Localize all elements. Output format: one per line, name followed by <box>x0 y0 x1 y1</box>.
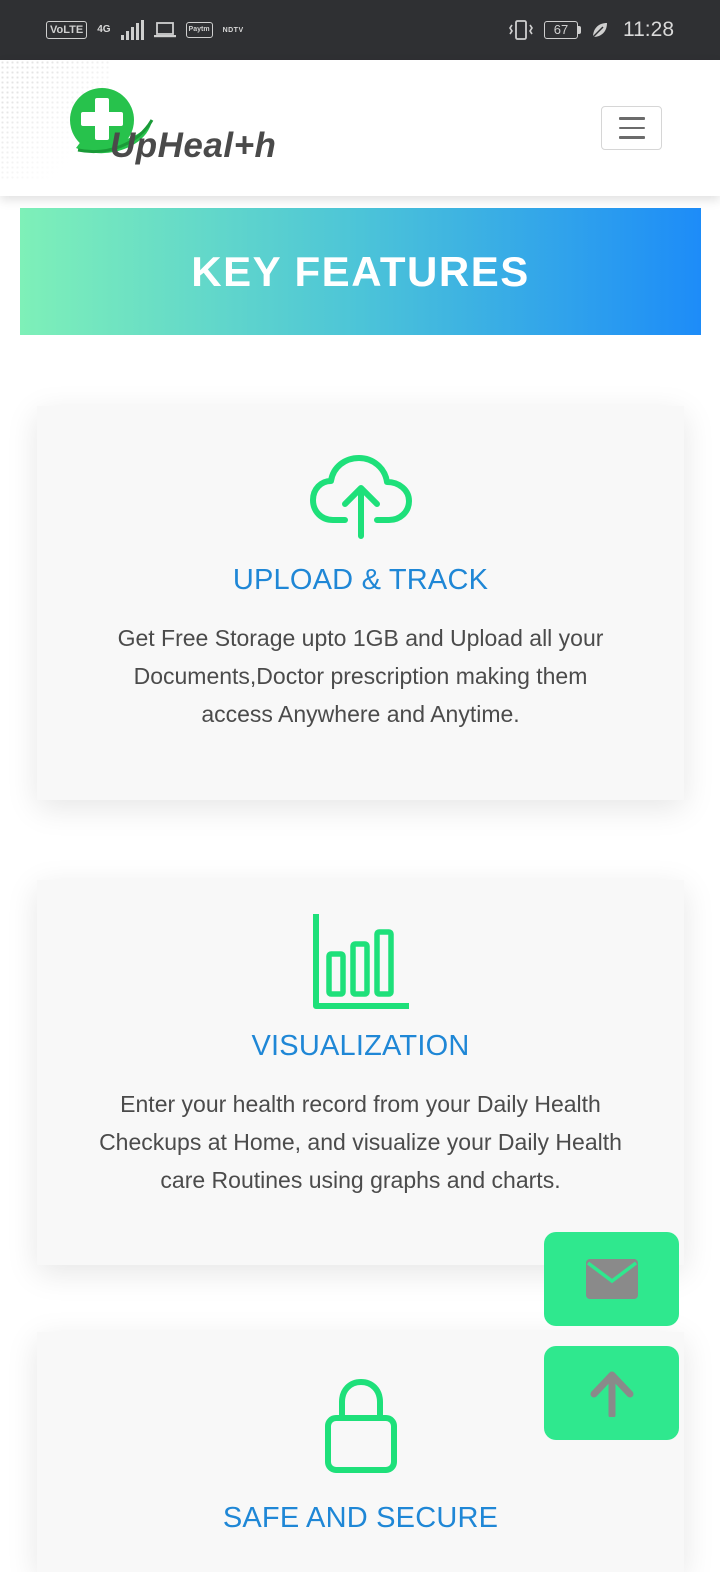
clock: 11:28 <box>623 18 674 41</box>
feature-description: Enter your health record from your Daily… <box>99 1091 622 1193</box>
hamburger-icon <box>618 117 645 120</box>
feature-title: UPLOAD & TRACK <box>232 564 489 596</box>
status-left: VoLTE 4G Paytm NDTV <box>46 20 244 40</box>
network-type: 4G <box>97 24 111 35</box>
banner-title: KEY FEATURES <box>191 247 530 295</box>
feature-title: SAFE AND SECURE <box>222 1502 499 1534</box>
key-features-banner: KEY FEATURES <box>20 208 701 335</box>
logo-text: UpHeal+h <box>110 126 277 165</box>
scroll-to-top-button[interactable] <box>544 1346 679 1440</box>
feature-card-visualization: VISUALIZATION Enter your health record f… <box>37 880 684 1265</box>
site-header: UpHeal+h <box>0 60 720 196</box>
status-right: 67 11:28 <box>508 18 674 42</box>
volte-badge: VoLTE <box>46 21 88 39</box>
feature-description: Get Free Storage upto 1GB and Upload all… <box>117 625 604 727</box>
laptop-icon <box>153 22 176 38</box>
bar-chart-icon <box>312 914 409 1009</box>
arrow-up-icon <box>590 1371 633 1417</box>
leaf-icon <box>592 23 607 38</box>
signal-icon <box>120 20 144 40</box>
feature-card-upload: UPLOAD & TRACK Get Free Storage upto 1GB… <box>37 406 684 800</box>
navbar-toggle-button[interactable] <box>601 106 662 150</box>
cloud-upload-icon <box>309 455 412 539</box>
feature-title: VISUALIZATION <box>251 1030 470 1062</box>
contact-mail-button[interactable] <box>544 1232 679 1326</box>
lock-icon <box>324 1378 397 1473</box>
vibrate-icon <box>509 20 533 40</box>
status-bar: VoLTE 4G Paytm NDTV 67 11:28 <box>0 0 720 60</box>
envelope-icon <box>585 1259 638 1299</box>
battery-icon: 67 <box>544 21 581 39</box>
battery-level: 67 <box>544 21 578 39</box>
uphealth-logo[interactable]: UpHeal+h <box>68 84 308 174</box>
ndtv-label: NDTV <box>222 26 244 34</box>
paytm-badge: Paytm <box>185 22 213 38</box>
